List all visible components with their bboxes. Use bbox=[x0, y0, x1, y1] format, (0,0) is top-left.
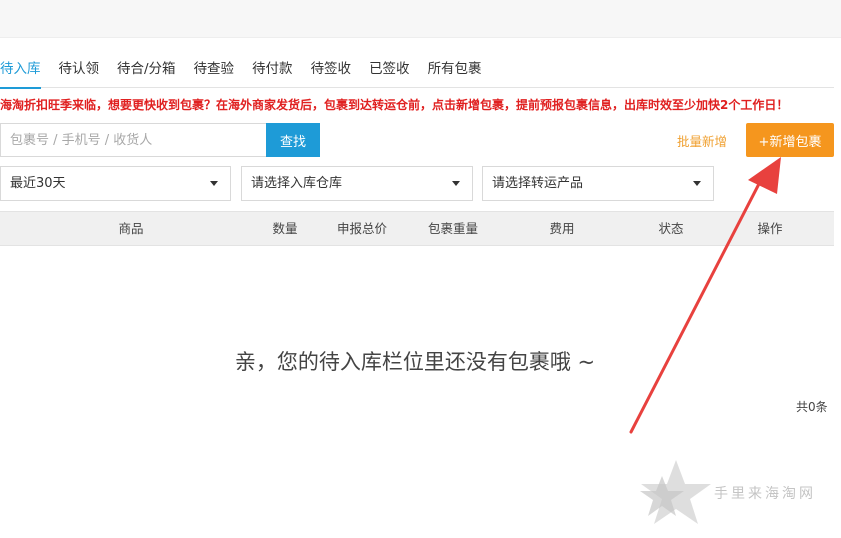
search-button[interactable]: 查找 bbox=[266, 123, 320, 157]
add-package-button[interactable]: +新增包裹 bbox=[746, 123, 834, 157]
product-select[interactable]: 请选择转运产品 bbox=[482, 166, 714, 201]
tab-all-packages[interactable]: 所有包裹 bbox=[428, 52, 482, 88]
column-header-package-weight: 包裹重量 bbox=[427, 221, 479, 236]
tab-pending-inspection[interactable]: 待查验 bbox=[194, 52, 235, 88]
date-range-select[interactable]: 最近30天 bbox=[0, 166, 231, 201]
column-header-goods: 商品 bbox=[118, 221, 144, 236]
column-header-declared-total: 申报总价 bbox=[336, 221, 388, 236]
tab-pending-receipt[interactable]: 待签收 bbox=[311, 52, 352, 88]
status-tabs: 待入库 待认领 待合/分箱 待查验 待付款 待签收 已签收 所有包裹 bbox=[0, 52, 834, 89]
column-header-quantity: 数量 bbox=[272, 221, 298, 236]
tab-pending-claim[interactable]: 待认领 bbox=[59, 52, 100, 88]
warehouse-select[interactable]: 请选择入库仓库 bbox=[241, 166, 473, 201]
product-value: 请选择转运产品 bbox=[492, 176, 584, 191]
site-watermark: 手里来海淘网 bbox=[636, 458, 841, 528]
warehouse-value: 请选择入库仓库 bbox=[251, 176, 343, 191]
watermark-text: 手里来海淘网 bbox=[714, 486, 816, 502]
table-header: 商品 数量 申报总价 包裹重量 费用 状态 操作 bbox=[0, 211, 834, 246]
top-bar bbox=[0, 0, 841, 38]
caret-down-icon bbox=[693, 181, 701, 186]
date-range-value: 最近30天 bbox=[10, 176, 66, 191]
search-bar: 查找 bbox=[0, 123, 320, 157]
tab-received[interactable]: 已签收 bbox=[369, 52, 410, 88]
search-input[interactable] bbox=[0, 123, 266, 157]
column-header-status: 状态 bbox=[658, 221, 684, 236]
caret-down-icon bbox=[452, 181, 460, 186]
column-header-actions: 操作 bbox=[757, 221, 783, 236]
empty-state-message: 亲，您的待入库栏位里还没有包裹哦 ~ bbox=[234, 350, 596, 374]
column-header-fee: 费用 bbox=[549, 221, 575, 236]
tab-pending-merge-split[interactable]: 待合/分箱 bbox=[117, 52, 176, 88]
total-count: 共0条 bbox=[796, 400, 828, 414]
tab-pending-payment[interactable]: 待付款 bbox=[252, 52, 293, 88]
promo-notice: 海淘折扣旺季来临，想要更快收到包裹？在海外商家发货后，包裹到达转运仓前，点击新增… bbox=[0, 98, 789, 112]
batch-add-link[interactable]: 批量新增 bbox=[677, 131, 727, 150]
star-logo-icon bbox=[640, 460, 711, 524]
tab-pending-inbound[interactable]: 待入库 bbox=[0, 52, 41, 89]
caret-down-icon bbox=[210, 181, 218, 186]
